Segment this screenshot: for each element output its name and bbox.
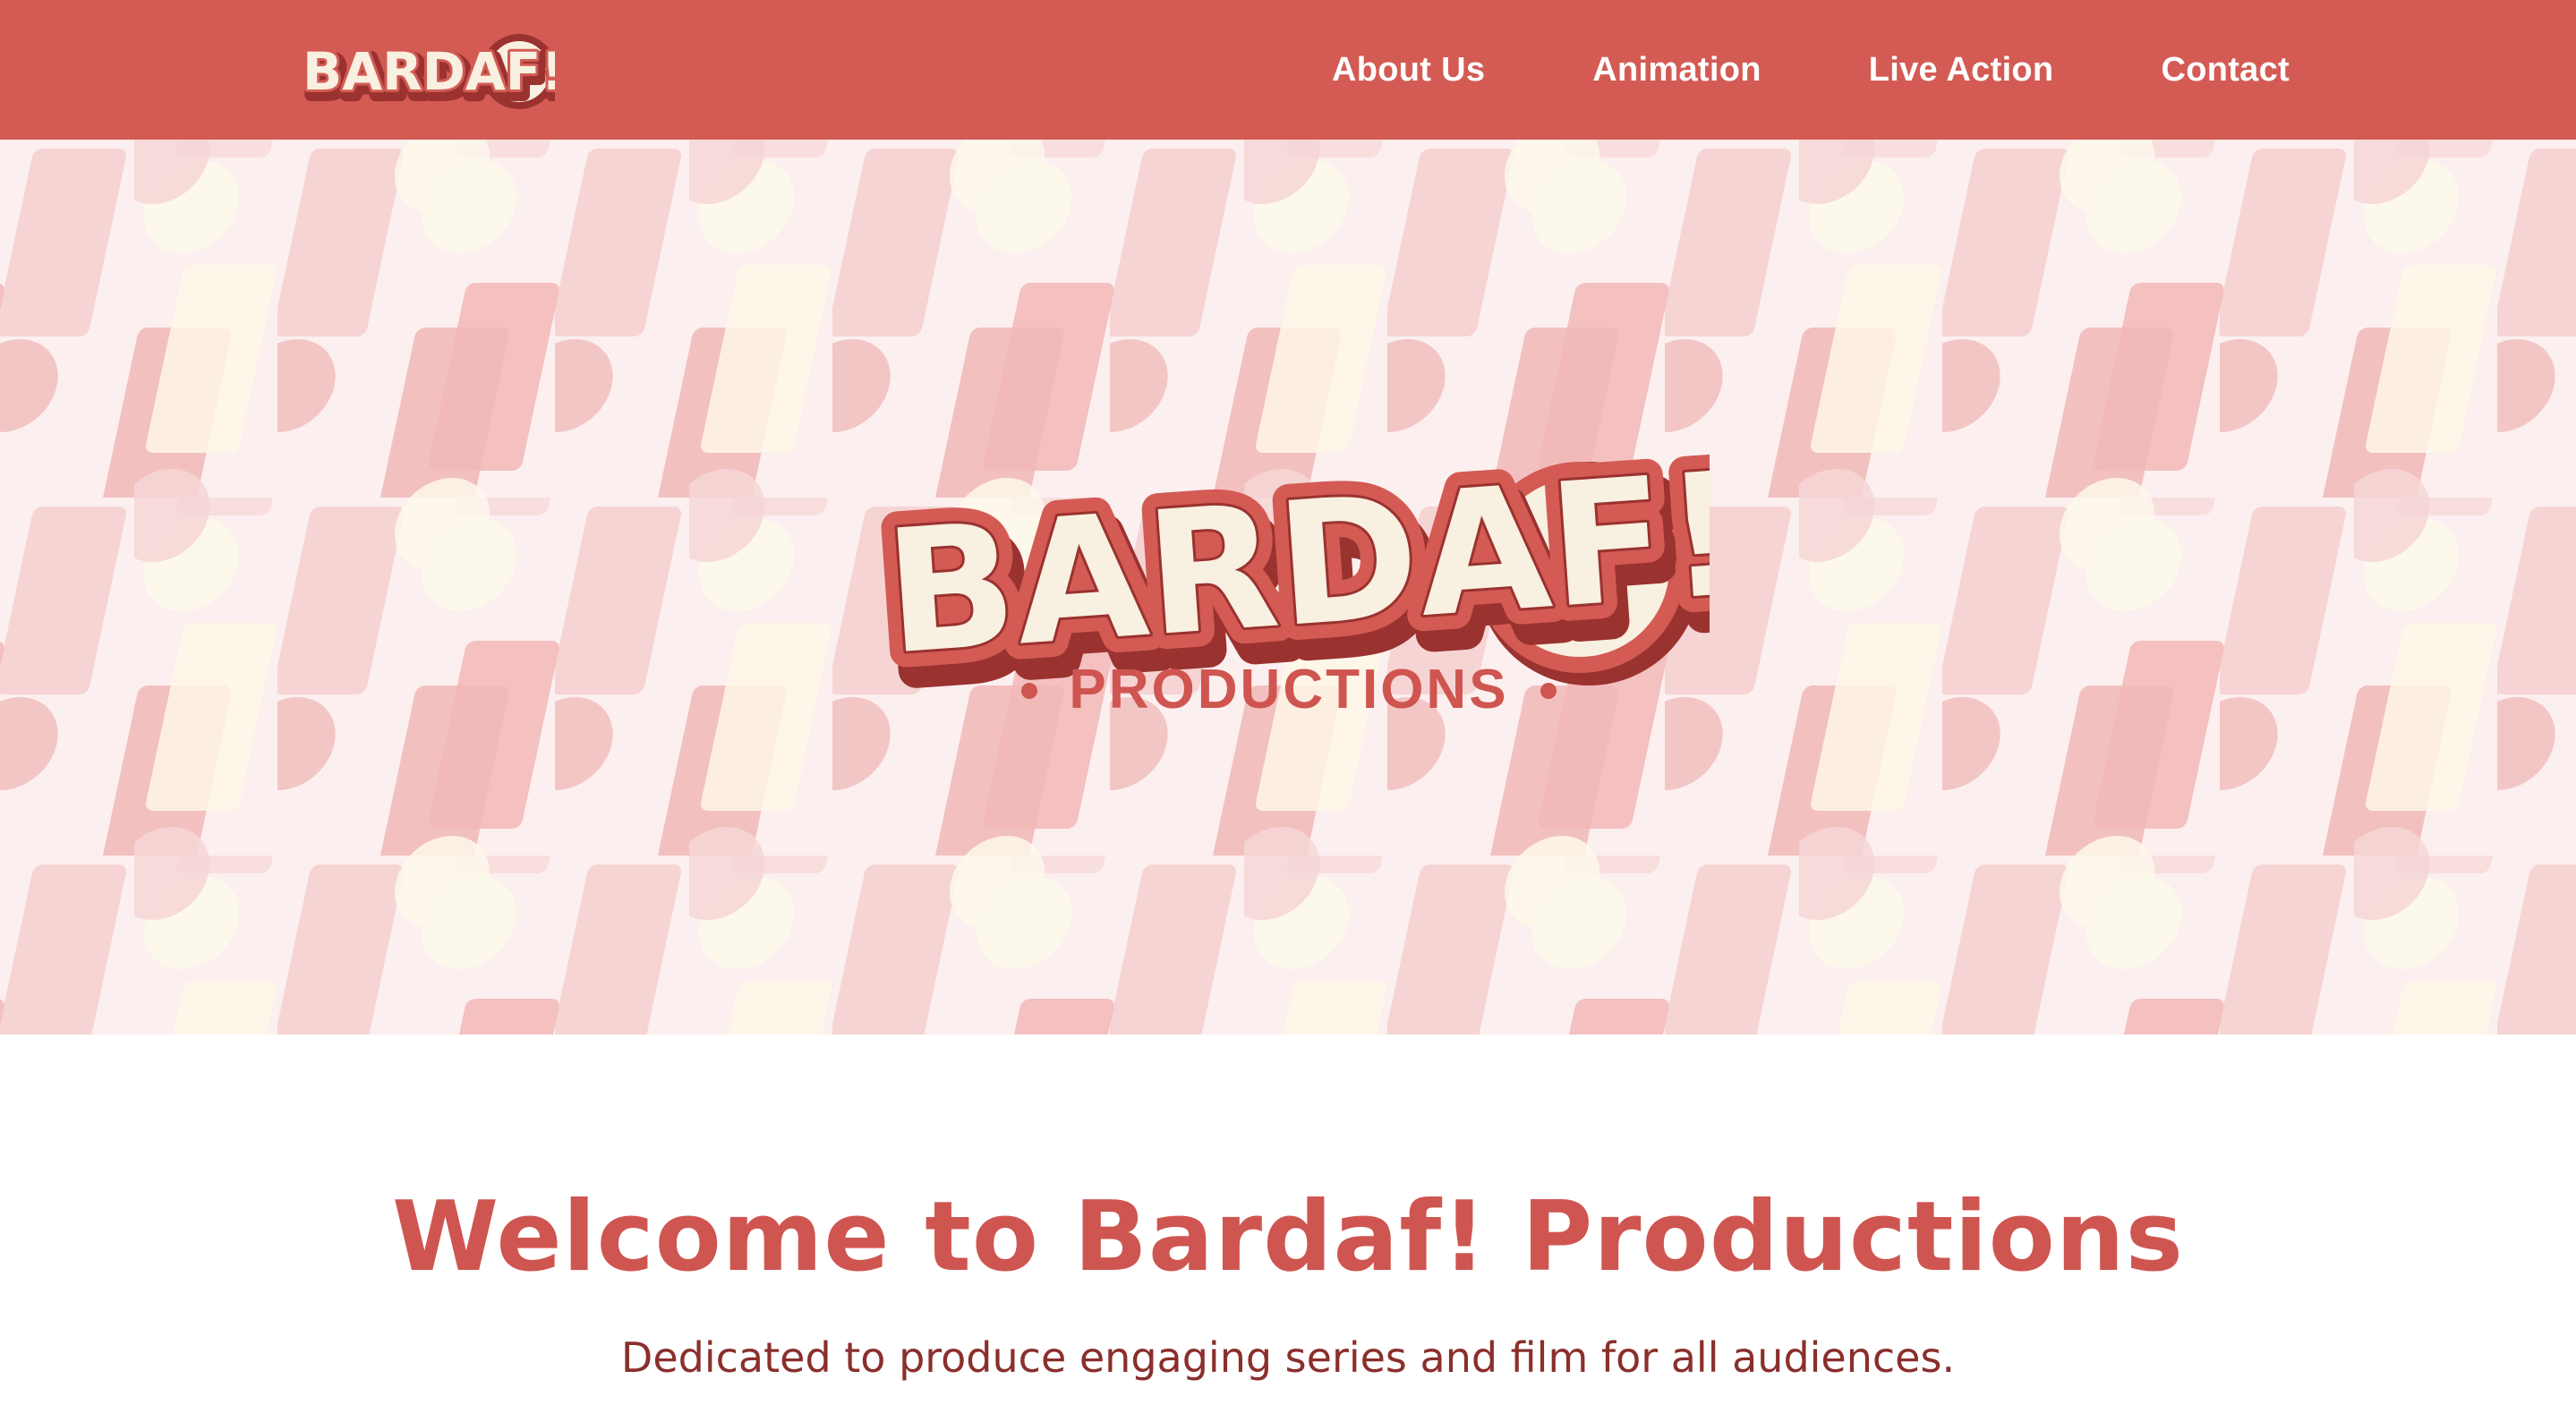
top-navbar: BARDAF! BARDAF! About Us Animation Live …: [0, 0, 2576, 140]
bardaf-productions-logo: BARDAF! BARDAF! BARDAF! PRODUCTIONS: [868, 426, 1710, 729]
bardaf-logo-small[interactable]: BARDAF! BARDAF!: [295, 25, 555, 115]
nav-link-contact[interactable]: Contact: [2161, 51, 2290, 89]
welcome-heading: Welcome to Bardaf! Productions: [392, 1181, 2184, 1293]
nav-link-animation[interactable]: Animation: [1592, 51, 1761, 89]
hero-banner: BARDAF! BARDAF! BARDAF! PRODUCTIONS: [0, 140, 2576, 1035]
svg-text:BARDAF!: BARDAF!: [303, 41, 555, 102]
svg-text:PRODUCTIONS: PRODUCTIONS: [1069, 659, 1508, 720]
main-nav: About Us Animation Live Action Contact: [1332, 0, 2290, 140]
nav-link-live-action[interactable]: Live Action: [1869, 51, 2054, 89]
welcome-tagline: Dedicated to produce engaging series and…: [620, 1333, 1956, 1382]
nav-link-about-us[interactable]: About Us: [1332, 51, 1485, 89]
